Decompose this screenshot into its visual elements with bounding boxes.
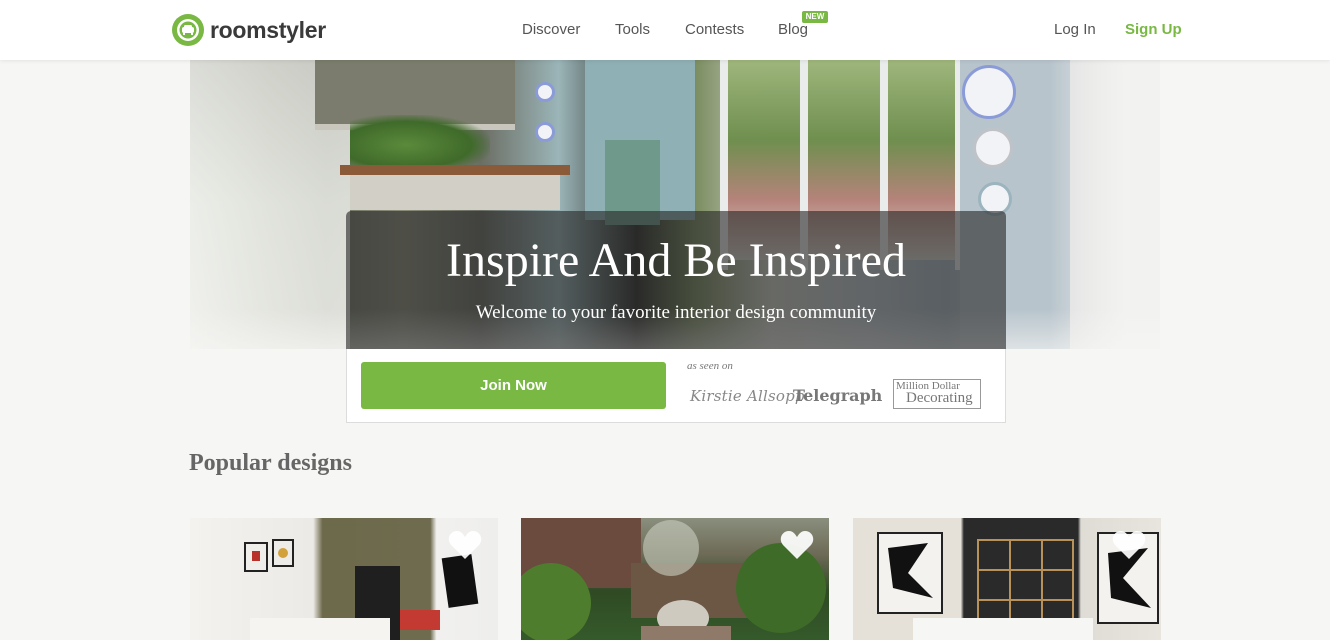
cta-panel: Join Now as seen on Kirstie Allsopp Tele… xyxy=(346,349,1006,423)
roomstyler-logo[interactable]: roomstyler xyxy=(172,14,326,46)
design-card[interactable] xyxy=(190,518,498,640)
popular-designs-heading: Popular designs xyxy=(189,450,352,476)
nav-blog[interactable]: Blog xyxy=(778,21,808,38)
logo-text: roomstyler xyxy=(210,16,326,43)
sofa-icon xyxy=(172,14,204,46)
hero-subtitle: Welcome to your favorite interior design… xyxy=(475,302,877,323)
join-now-button[interactable]: Join Now xyxy=(361,362,666,409)
nav-discover[interactable]: Discover xyxy=(522,21,580,38)
heart-icon[interactable] xyxy=(448,530,482,560)
nav-contests[interactable]: Contests xyxy=(685,21,744,38)
press-logo-telegraph: Telegraph xyxy=(793,386,883,405)
hero-title: Inspire And Be Inspired xyxy=(446,234,906,287)
hero-overlay: Inspire And Be Inspired Welcome to your … xyxy=(346,211,1006,349)
heart-icon[interactable] xyxy=(1112,530,1146,560)
login-link[interactable]: Log In xyxy=(1054,21,1096,38)
heart-icon[interactable] xyxy=(780,530,814,560)
signup-link[interactable]: Sign Up xyxy=(1125,21,1182,38)
press-logo-kirstie-allsopp: Kirstie Allsopp xyxy=(690,387,805,405)
design-card[interactable] xyxy=(853,518,1161,640)
design-card[interactable] xyxy=(521,518,829,640)
as-seen-on-label: as seen on xyxy=(687,360,733,372)
nav-tools[interactable]: Tools xyxy=(615,21,650,38)
new-badge: NEW xyxy=(802,11,828,23)
press-logo-million-dollar-decorating: Million Dollar Decorating xyxy=(893,379,981,409)
top-navigation-bar: roomstyler Discover Tools Contests Blog … xyxy=(0,0,1330,60)
